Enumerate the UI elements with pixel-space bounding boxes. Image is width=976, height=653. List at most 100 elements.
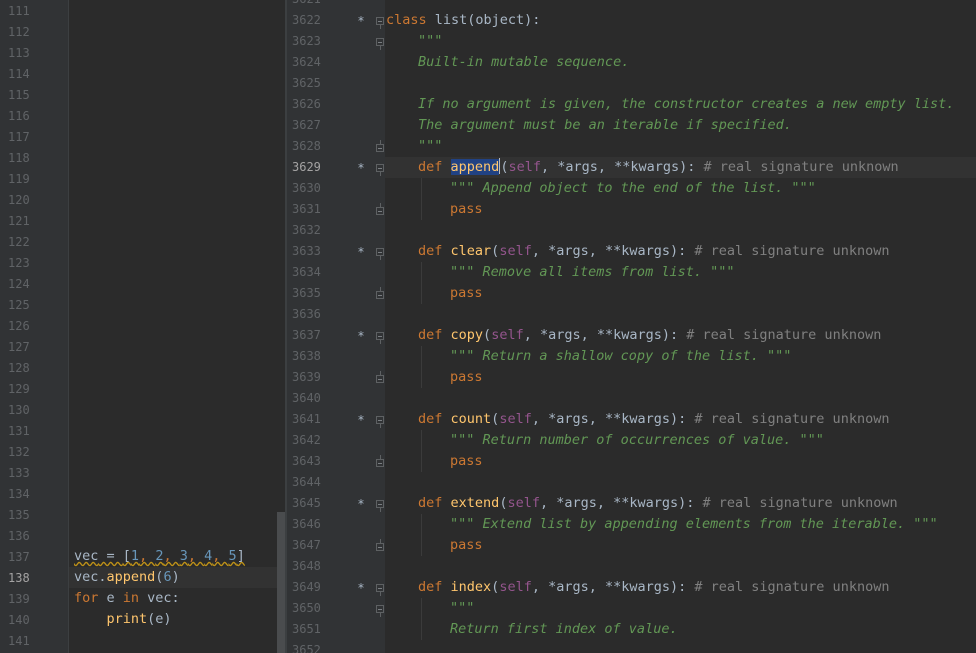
code-token: , *args, **kwargs): [540,159,704,175]
fold-marker-icon[interactable] [376,38,384,50]
line-number: 112 [8,25,30,39]
line-number: 116 [8,109,30,123]
code-token: pass [450,369,483,385]
method-def-line[interactable]: def append(self, *args, **kwargs): # rea… [418,157,899,178]
line-number: 3625 [292,76,321,90]
pass-line[interactable]: pass [450,199,483,220]
left-scrollbar-thumb[interactable] [277,512,285,653]
code-token: (object): [467,12,541,28]
code-token: """ Return a shallow copy of the list. "… [450,348,792,364]
fold-marker-icon[interactable] [376,371,384,383]
code-line-139[interactable]: for e in vec: [74,588,180,609]
line-number: 3641 [292,412,321,426]
method-docstring-line[interactable]: """ Extend list by appending elements fr… [450,514,938,535]
method-def-line[interactable]: def clear(self, *args, **kwargs): # real… [418,241,889,262]
method-docstring-line[interactable]: Return first index of value. [450,619,678,640]
docstring-line[interactable]: The argument must be an iterable if spec… [418,115,792,136]
indent-guide [421,346,422,388]
method-def-line[interactable]: def extend(self, *args, **kwargs): # rea… [418,493,898,514]
docstring-line[interactable]: """ [418,136,442,157]
pass-line[interactable]: pass [450,451,483,472]
method-docstring-line[interactable]: """ Remove all items from list. """ [450,262,734,283]
fold-marker-icon[interactable] [376,455,384,467]
method-docstring-line[interactable]: """ Return a shallow copy of the list. "… [450,346,791,367]
fold-marker-icon[interactable] [376,416,384,428]
pass-line[interactable]: pass [450,367,483,388]
code-token: # real signature unknown [703,159,899,175]
line-number: 3621 [292,0,321,10]
fold-marker-icon[interactable] [376,584,384,596]
pass-line[interactable]: pass [450,535,483,556]
override-star-marker: * [357,497,365,511]
right-editor-pane[interactable]: class list(object): """ Built-in mutable s… [385,0,976,653]
code-token: pass [450,453,483,469]
line-number: 3645 [292,496,321,510]
method-def-line[interactable]: def index(self, *args, **kwargs): # real… [418,577,889,598]
code-token: def [418,411,443,427]
indent-guide [421,262,422,304]
line-number: 135 [8,508,30,522]
code-token: pass [450,201,483,217]
fold-marker-icon[interactable] [376,287,384,299]
code-token: """ Extend list by appending elements fr… [450,516,938,532]
code-token: list [426,12,468,28]
line-number: 3632 [292,223,321,237]
line-number: 141 [8,634,30,648]
line-number: 125 [8,298,30,312]
code-token: def [418,495,443,511]
code-token: , *args, **kwargs): [539,495,703,511]
method-name: clear [450,243,492,259]
fold-marker-icon[interactable] [376,539,384,551]
code-token: pass [450,537,483,553]
line-number: 129 [8,382,30,396]
code-token: """ [418,138,443,154]
code-token: self [508,159,541,175]
code-token: def [418,327,443,343]
fold-marker-icon[interactable] [376,203,384,215]
code-token: def [418,243,443,259]
line-number: 114 [8,67,30,81]
line-number: 3652 [292,643,321,653]
line-number: 3622 [292,13,321,27]
line-number: 3633 [292,244,321,258]
left-editor-pane[interactable]: vec = [1, 2, 3, 4, 5] vec.append(6) for … [69,0,277,653]
method-name: extend [450,495,500,511]
line-number: 115 [8,88,30,102]
fold-marker-icon[interactable] [376,140,384,152]
code-line-138[interactable]: vec.append(6) [74,567,180,588]
code-line-140[interactable]: print(e) [74,609,172,630]
line-number: 3623 [292,34,321,48]
code-line-137[interactable]: vec = [1, 2, 3, 4, 5] [74,546,245,567]
line-number: 139 [8,592,30,606]
line-number: 131 [8,424,30,438]
line-number: 3630 [292,181,321,195]
docstring-line[interactable]: If no argument is given, the constructor… [418,94,954,115]
docstring-line[interactable]: """ [418,31,442,52]
fold-marker-icon[interactable] [376,500,384,512]
method-docstring-line[interactable]: """ [450,598,474,619]
method-docstring-line[interactable]: """ Append object to the end of the list… [450,178,816,199]
line-number: 3650 [292,601,321,615]
fold-marker-icon[interactable] [376,164,384,176]
line-number: 3642 [292,433,321,447]
fold-marker-icon[interactable] [376,248,384,260]
method-def-line[interactable]: def copy(self, *args, **kwargs): # real … [418,325,881,346]
class-definition-line[interactable]: class list(object): [386,10,540,31]
code-token: self [499,411,532,427]
line-number: 3631 [292,202,321,216]
code-token: """ Append object to the end of the list… [450,180,816,196]
line-number: 3646 [292,517,321,531]
method-def-line[interactable]: def count(self, *args, **kwargs): # real… [418,409,889,430]
fold-marker-icon[interactable] [376,605,384,617]
code-token: """ Remove all items from list. """ [450,264,735,280]
method-name: count [450,411,492,427]
docstring-line[interactable]: Built-in mutable sequence. [418,52,629,73]
pass-line[interactable]: pass [450,283,483,304]
fold-marker-icon[interactable] [376,17,384,29]
method-docstring-line[interactable]: """ Return number of occurrences of valu… [450,430,824,451]
code-token: """ Return number of occurrences of valu… [450,432,824,448]
line-number: 124 [8,277,30,291]
fold-marker-icon[interactable] [376,332,384,344]
code-token: If no argument is given, the constructor… [418,96,955,112]
code-token: Built-in mutable sequence. [418,54,630,70]
